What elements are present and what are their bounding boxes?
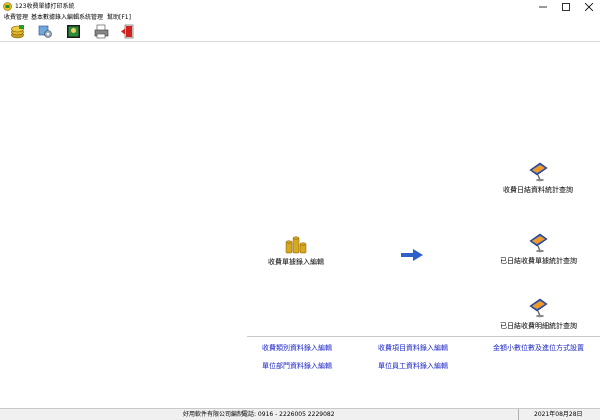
money-icon[interactable]	[10, 24, 25, 39]
exit-icon[interactable]	[120, 24, 135, 39]
divider	[247, 336, 600, 337]
settings-icon[interactable]	[38, 24, 53, 39]
link-fee-category[interactable]: 收費類別資料錄入編輯	[262, 343, 332, 353]
close-icon	[584, 2, 593, 11]
status-bar: 好用軟件有限公司編制 電話: 0916 - 2226005 2229082 20…	[0, 408, 600, 420]
print-icon[interactable]	[94, 24, 109, 39]
settled-details-label[interactable]: 已日結收費明細統計查詢	[500, 321, 577, 331]
photo-icon[interactable]	[66, 24, 81, 39]
link-fee-item[interactable]: 收費項目資料錄入編輯	[378, 343, 448, 353]
maximize-button[interactable]	[554, 0, 577, 13]
status-date: 2021年08月28日	[534, 411, 583, 418]
close-button[interactable]	[577, 0, 600, 13]
receipt-entry-label[interactable]: 收費單據錄入編輯	[268, 257, 324, 267]
status-company: 好用軟件有限公司編制	[183, 411, 244, 418]
app-icon	[3, 2, 12, 11]
menu-bar: 收費管理 基本數據錄入編輯 系統管理 幫助[F1]	[0, 13, 600, 22]
link-department[interactable]: 單位部門資料錄入編輯	[262, 361, 332, 371]
daily-stats-label[interactable]: 收費日結資料統計查詢	[503, 185, 573, 195]
settled-receipts-label[interactable]: 已日結收費單據統計查詢	[500, 256, 577, 266]
menu-help[interactable]: 幫助[F1]	[107, 13, 131, 22]
link-staff[interactable]: 單位員工資料錄入編輯	[378, 361, 448, 371]
receipt-entry-icon[interactable]	[284, 232, 308, 254]
menu-system[interactable]: 系統管理	[79, 13, 103, 22]
status-separator	[518, 409, 519, 420]
status-phone: 電話: 0916 - 2226005 2229082	[242, 411, 335, 418]
toolbar	[0, 22, 600, 42]
maximize-icon	[561, 2, 570, 11]
link-decimal-settings[interactable]: 金額小數位數及進位方式設置	[493, 343, 584, 353]
minimize-button[interactable]	[531, 0, 554, 13]
daily-stats-icon[interactable]	[527, 160, 549, 182]
main-area: 收費日結資料統計查詢 收費單據錄入編輯 已日結收費單據統計查詢 已日結收費明細統…	[0, 42, 600, 408]
menu-fee-management[interactable]: 收費管理	[4, 13, 28, 22]
minimize-icon	[538, 6, 547, 7]
menu-basic-data[interactable]: 基本數據錄入編輯	[31, 13, 79, 22]
arrow-right-icon	[401, 249, 423, 261]
window-title: 123收費單據打印系統	[15, 3, 75, 10]
settled-details-icon[interactable]	[527, 296, 549, 318]
settled-receipts-icon[interactable]	[527, 231, 549, 253]
title-bar: 123收費單據打印系統	[0, 0, 600, 13]
